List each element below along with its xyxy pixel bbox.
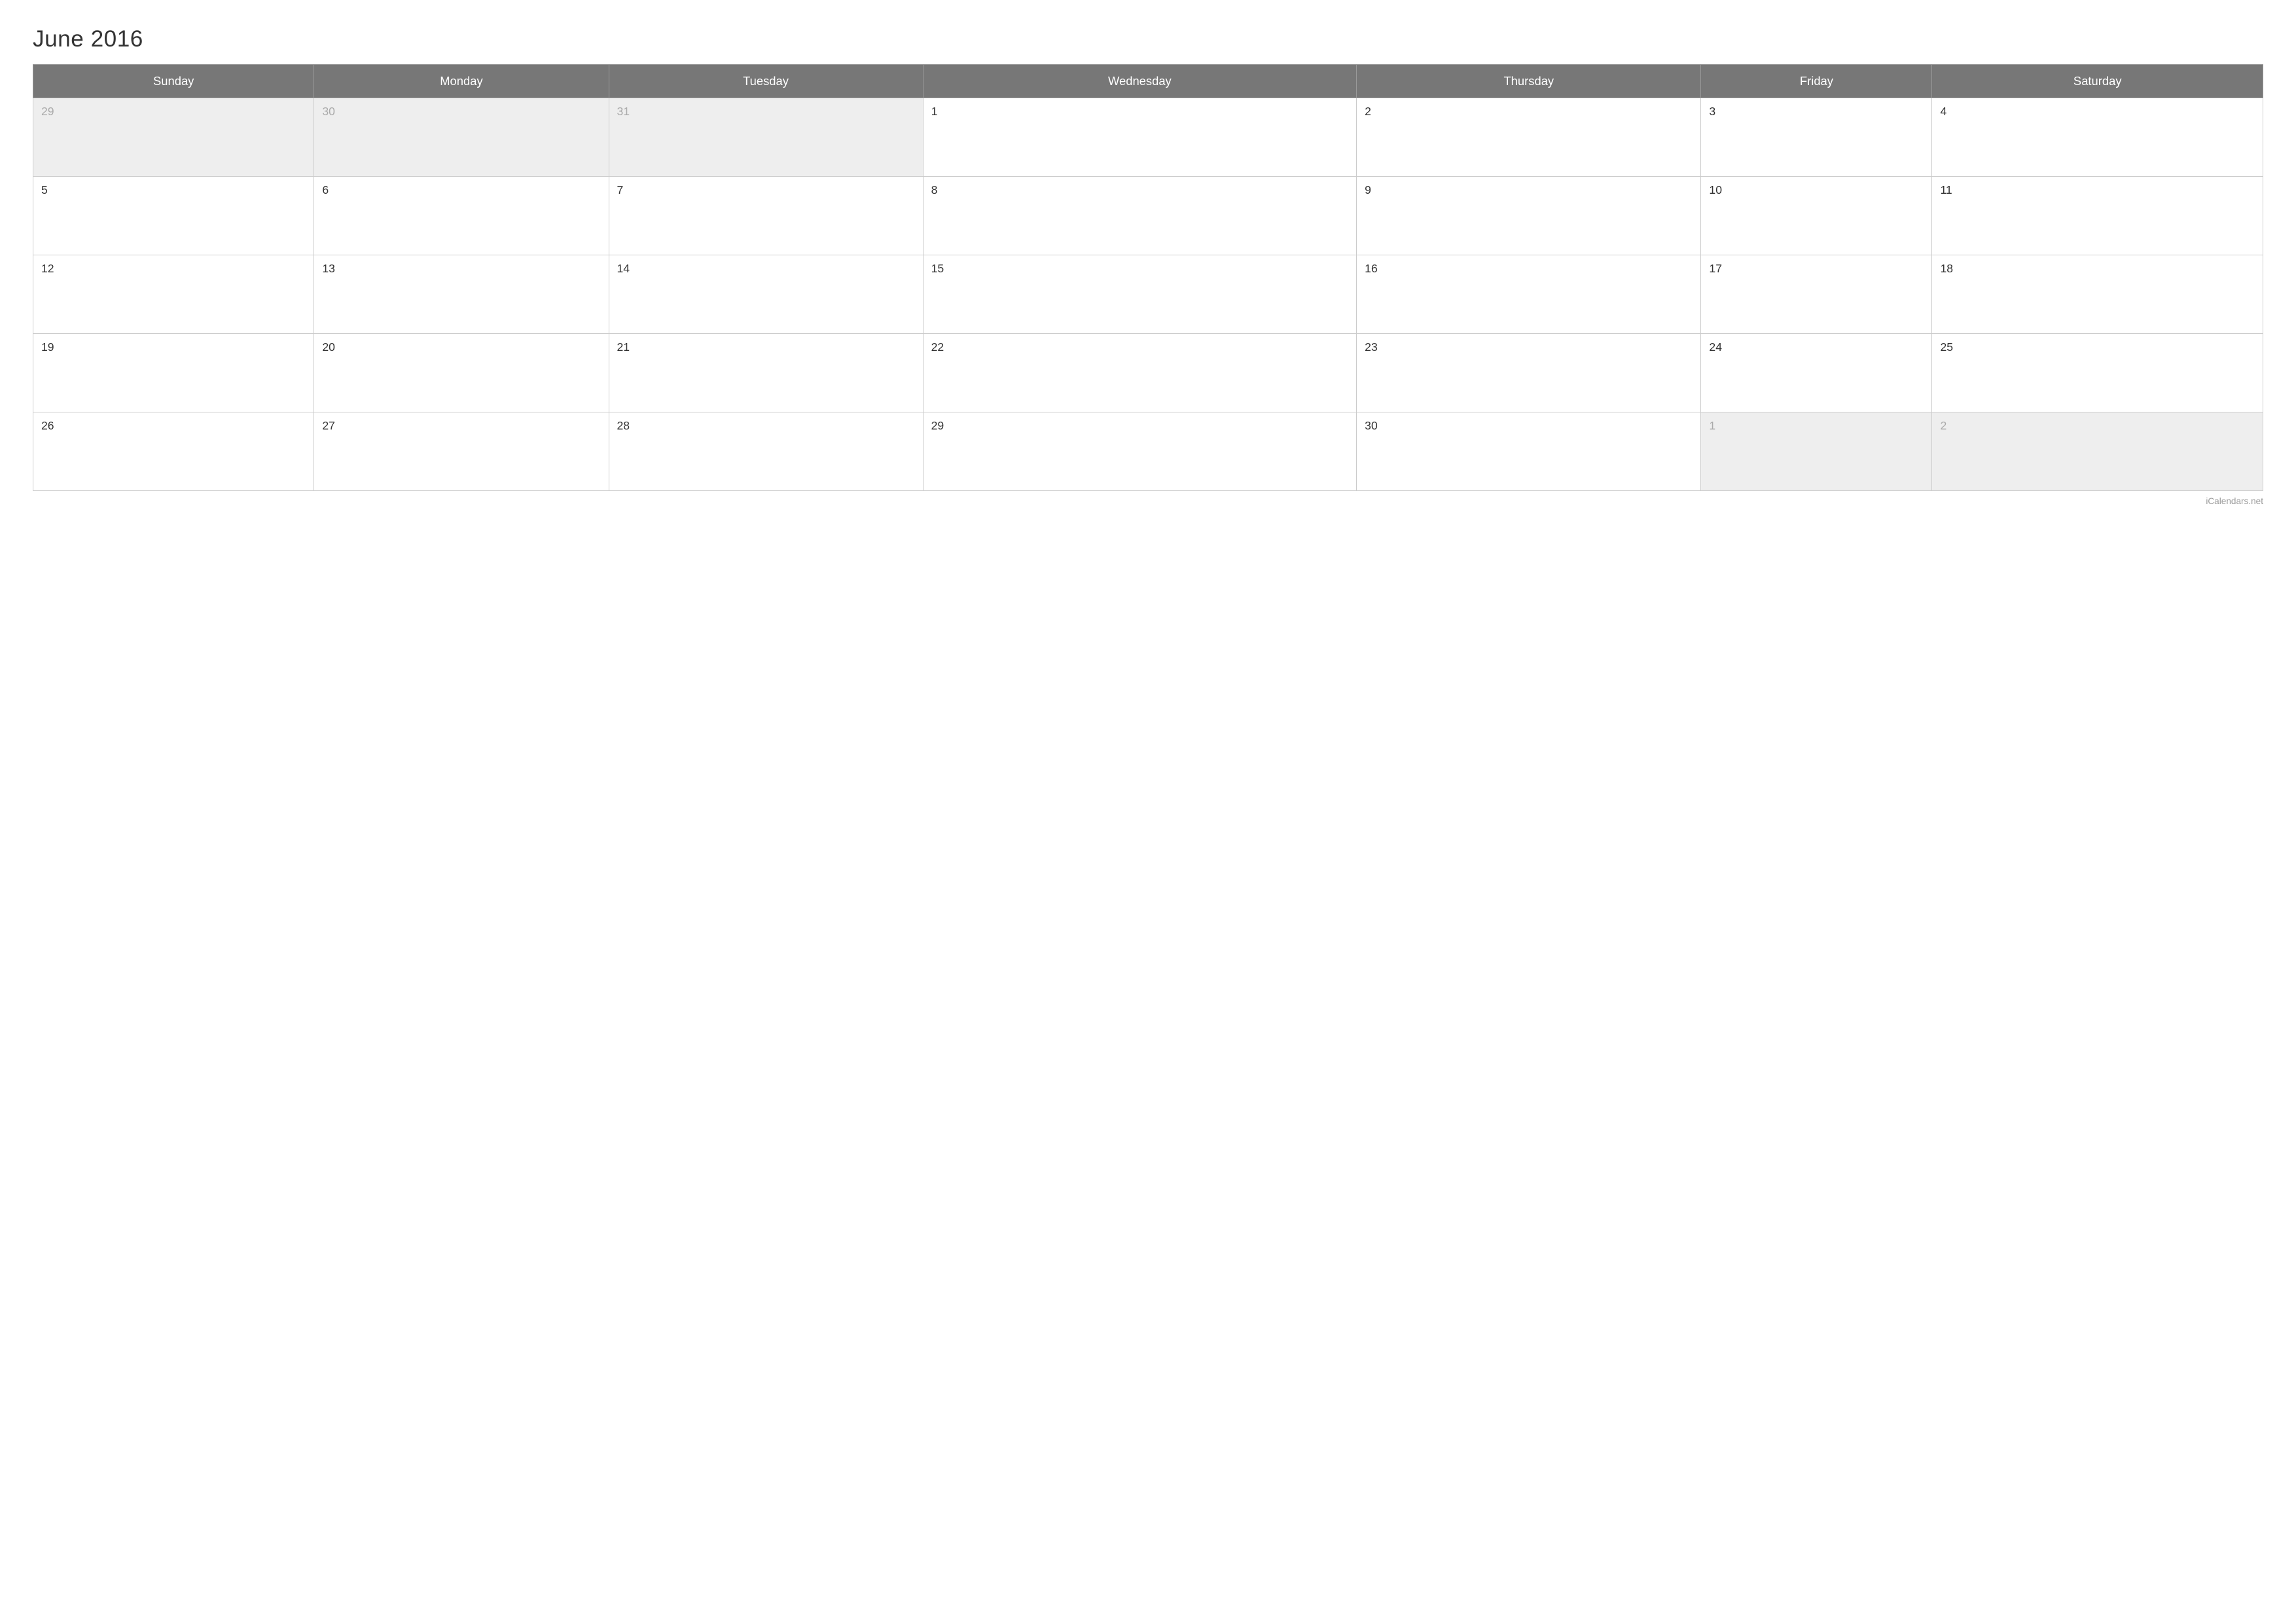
- calendar-week-row: 262728293012: [33, 412, 2263, 491]
- calendar-day[interactable]: 26: [33, 412, 314, 491]
- calendar-day[interactable]: 23: [1357, 334, 1701, 412]
- calendar-day[interactable]: 3: [1701, 98, 1932, 177]
- calendar-day[interactable]: 25: [1932, 334, 2263, 412]
- calendar-day[interactable]: 11: [1932, 177, 2263, 255]
- calendar-day[interactable]: 16: [1357, 255, 1701, 334]
- calendar-day[interactable]: 18: [1932, 255, 2263, 334]
- calendar-day[interactable]: 5: [33, 177, 314, 255]
- header-tuesday: Tuesday: [609, 65, 923, 98]
- calendar-week-row: 19202122232425: [33, 334, 2263, 412]
- calendar-day[interactable]: 13: [314, 255, 609, 334]
- header-saturday: Saturday: [1932, 65, 2263, 98]
- calendar-day[interactable]: 4: [1932, 98, 2263, 177]
- calendar-day[interactable]: 8: [923, 177, 1357, 255]
- calendar-day[interactable]: 2: [1932, 412, 2263, 491]
- calendar-header-row: SundayMondayTuesdayWednesdayThursdayFrid…: [33, 65, 2263, 98]
- calendar-day[interactable]: 28: [609, 412, 923, 491]
- calendar-title: June 2016: [33, 26, 2263, 52]
- calendar-day[interactable]: 2: [1357, 98, 1701, 177]
- calendar-day[interactable]: 20: [314, 334, 609, 412]
- calendar-day[interactable]: 24: [1701, 334, 1932, 412]
- calendar-day[interactable]: 1: [1701, 412, 1932, 491]
- header-thursday: Thursday: [1357, 65, 1701, 98]
- calendar-day[interactable]: 12: [33, 255, 314, 334]
- calendar-day[interactable]: 29: [923, 412, 1357, 491]
- calendar-day[interactable]: 9: [1357, 177, 1701, 255]
- calendar-week-row: 2930311234: [33, 98, 2263, 177]
- calendar-day[interactable]: 29: [33, 98, 314, 177]
- calendar-day[interactable]: 6: [314, 177, 609, 255]
- calendar-day[interactable]: 30: [1357, 412, 1701, 491]
- calendar-week-row: 567891011: [33, 177, 2263, 255]
- calendar-day[interactable]: 22: [923, 334, 1357, 412]
- calendar-day[interactable]: 17: [1701, 255, 1932, 334]
- calendar-day[interactable]: 15: [923, 255, 1357, 334]
- calendar-day[interactable]: 7: [609, 177, 923, 255]
- calendar-day[interactable]: 19: [33, 334, 314, 412]
- header-wednesday: Wednesday: [923, 65, 1357, 98]
- watermark: iCalendars.net: [33, 496, 2263, 506]
- header-monday: Monday: [314, 65, 609, 98]
- calendar-day[interactable]: 1: [923, 98, 1357, 177]
- calendar-week-row: 12131415161718: [33, 255, 2263, 334]
- calendar-day[interactable]: 30: [314, 98, 609, 177]
- calendar-table: SundayMondayTuesdayWednesdayThursdayFrid…: [33, 64, 2263, 491]
- header-friday: Friday: [1701, 65, 1932, 98]
- calendar-day[interactable]: 10: [1701, 177, 1932, 255]
- calendar-day[interactable]: 14: [609, 255, 923, 334]
- calendar-day[interactable]: 21: [609, 334, 923, 412]
- calendar-day[interactable]: 31: [609, 98, 923, 177]
- calendar-day[interactable]: 27: [314, 412, 609, 491]
- header-sunday: Sunday: [33, 65, 314, 98]
